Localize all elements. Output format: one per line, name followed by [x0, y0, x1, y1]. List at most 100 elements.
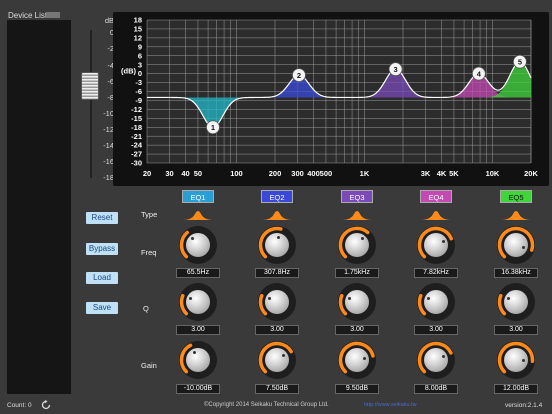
- type-row-label: Type: [141, 210, 158, 219]
- freq-row-label: Freq: [141, 248, 157, 257]
- knob-cap: [345, 290, 369, 314]
- freq-knob-1[interactable]: [179, 226, 217, 264]
- website-link[interactable]: http://www.seikaku.tw: [364, 402, 417, 408]
- band-handle-4[interactable]: 4: [471, 66, 486, 81]
- eq-response-chart[interactable]: (dB)1815129630-3-6-9-12-15-18-21-24-27-3…: [113, 12, 549, 186]
- x-tick-label: 4K: [437, 169, 447, 178]
- freq-value-3: 1.75kHz: [335, 268, 379, 278]
- band-tab-1[interactable]: EQ1: [182, 190, 214, 203]
- knob-cap: [265, 290, 289, 314]
- q-value-1: 3.00: [176, 325, 220, 335]
- band-handle-label: 5: [518, 58, 522, 67]
- knob-cap: [345, 348, 369, 372]
- peak-filter-icon[interactable]: [500, 207, 532, 221]
- y-tick-label: -21: [131, 132, 142, 141]
- knob-indicator: [441, 355, 445, 359]
- y-tick-label: -27: [131, 150, 142, 159]
- bypass-button[interactable]: Bypass: [86, 243, 118, 255]
- x-axis-labels: 20 30 40 50 100 200 300 400 500 1K 3K 4K 5K 10K 20K: [143, 169, 539, 178]
- fader-unit: dB: [104, 16, 114, 25]
- device-list-badge: [46, 12, 60, 18]
- q-knob-2[interactable]: [258, 283, 296, 321]
- version-text: version:2.1.4: [505, 402, 543, 409]
- fader-scale: dB 0 -2 -4 -6 -8 -10 -12 -14 -16 -18: [74, 16, 114, 186]
- y-tick-label: -15: [131, 114, 142, 123]
- band-tab-3[interactable]: EQ3: [341, 190, 373, 203]
- band-handle-2[interactable]: 2: [292, 68, 306, 83]
- y-tick-label: -6: [135, 87, 142, 96]
- knob-indicator: [277, 235, 281, 239]
- reset-button[interactable]: Reset: [86, 212, 118, 224]
- y-tick-label: -9: [135, 96, 142, 105]
- device-list-title: Device List: [8, 11, 48, 20]
- knob-cap: [345, 233, 369, 257]
- x-tick-label: 5K: [449, 169, 459, 178]
- q-knob-5[interactable]: [497, 283, 535, 321]
- q-value-3: 3.00: [335, 325, 379, 335]
- q-knob-1[interactable]: [179, 283, 217, 321]
- x-tick-label: 20K: [524, 169, 538, 178]
- gain-value-5: 12.00dB: [494, 384, 538, 394]
- gain-value-4: 8.00dB: [414, 384, 458, 394]
- band-handle-label: 3: [393, 65, 397, 74]
- band-handle-label: 1: [211, 123, 215, 132]
- gain-knob-1[interactable]: [179, 341, 217, 379]
- q-row-label: Q: [143, 304, 149, 313]
- q-value-4: 3.00: [414, 325, 458, 335]
- peak-filter-icon[interactable]: [261, 207, 293, 221]
- fader-track: [90, 30, 92, 178]
- gain-knob-5[interactable]: [497, 341, 535, 379]
- knob-cap: [504, 348, 528, 372]
- knob-cap: [265, 233, 289, 257]
- peak-filter-icon[interactable]: [341, 207, 373, 221]
- band-tab-2[interactable]: EQ2: [261, 190, 293, 203]
- y-tick-label: 18: [134, 16, 142, 25]
- eq-graph[interactable]: (dB) 18 15 12 9 6 3 0 -3 -6 -9 -12 -15 -18 -21 -24 -27 -3…: [113, 12, 549, 186]
- knob-cap: [424, 233, 448, 257]
- x-tick-label: 40: [181, 169, 189, 178]
- fader-tick: -16: [103, 157, 114, 166]
- freq-value-2: 307.8Hz: [255, 268, 299, 278]
- y-axis-unit: (dB): [121, 67, 136, 76]
- y-tick-label: 6: [138, 51, 142, 60]
- x-tick-label: 1K: [360, 169, 370, 178]
- band-handle-3[interactable]: 3: [388, 62, 403, 77]
- save-button[interactable]: Save: [86, 302, 118, 314]
- q-value-5: 3.00: [494, 325, 538, 335]
- load-button[interactable]: Load: [86, 272, 118, 284]
- q-knob-4[interactable]: [417, 283, 455, 321]
- knob-indicator: [507, 297, 511, 301]
- x-tick-label: 300: [291, 169, 304, 178]
- band-handle-5[interactable]: 5: [513, 54, 527, 69]
- knob-cap: [424, 348, 448, 372]
- y-tick-label: 3: [138, 60, 142, 69]
- band-handle-1[interactable]: 1: [206, 120, 220, 135]
- peak-filter-icon[interactable]: [182, 207, 214, 221]
- gain-knob-3[interactable]: [338, 341, 376, 379]
- gain-knob-4[interactable]: [417, 341, 455, 379]
- fader-tick: -18: [103, 173, 114, 182]
- freq-knob-2[interactable]: [258, 226, 296, 264]
- gain-value-1: -10.00dB: [176, 384, 220, 394]
- knob-indicator: [268, 297, 272, 301]
- band-tab-5[interactable]: EQ5: [500, 190, 532, 203]
- freq-knob-5[interactable]: [497, 226, 535, 264]
- freq-knob-4[interactable]: [417, 226, 455, 264]
- gain-knob-2[interactable]: [258, 341, 296, 379]
- master-fader-knob[interactable]: [81, 72, 99, 100]
- peak-filter-icon[interactable]: [420, 207, 452, 221]
- knob-cap: [265, 348, 289, 372]
- refresh-icon[interactable]: [40, 399, 52, 411]
- fader-tick: -12: [103, 125, 114, 134]
- q-knob-3[interactable]: [338, 283, 376, 321]
- knob-cap: [186, 348, 210, 372]
- knob-cap: [186, 233, 210, 257]
- device-list[interactable]: [7, 20, 71, 394]
- knob-indicator: [192, 351, 196, 355]
- knob-indicator: [427, 297, 431, 301]
- band-tab-4[interactable]: EQ4: [420, 190, 452, 203]
- knob-cap: [424, 290, 448, 314]
- fader-tick: 0: [109, 28, 114, 37]
- fader-tick: -14: [103, 141, 114, 150]
- freq-knob-3[interactable]: [338, 226, 376, 264]
